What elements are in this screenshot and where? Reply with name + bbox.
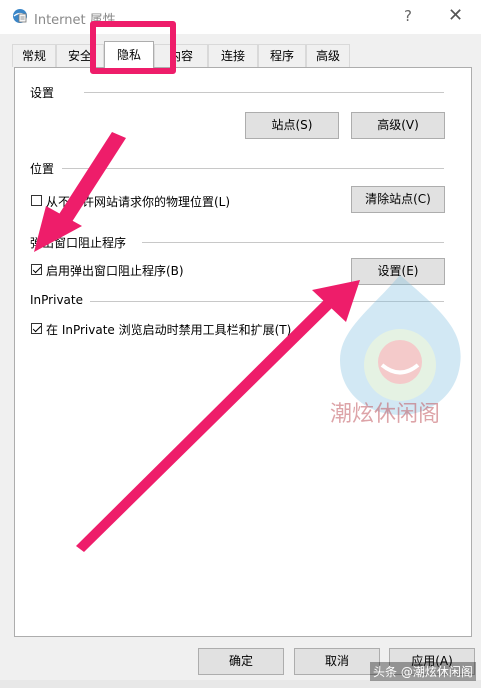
- location-section-header: 位置: [30, 162, 55, 176]
- cancel-button[interactable]: 取消: [294, 648, 380, 675]
- title-bar: Internet 属性 ? ✕: [0, 0, 481, 34]
- internet-options-icon: [13, 9, 27, 23]
- inprivate-section-header: InPrivate: [30, 293, 83, 307]
- tab-connections[interactable]: 连接: [208, 44, 258, 67]
- privacy-tab-highlight-box: [90, 21, 176, 74]
- watermark-text: 潮炫休闲阁: [330, 402, 441, 427]
- settings-section-header: 设置: [30, 86, 55, 100]
- clear-sites-button[interactable]: 清除站点(C): [351, 186, 445, 213]
- ok-button[interactable]: 确定: [198, 648, 284, 675]
- bottom-strip: [0, 680, 481, 688]
- divider: [62, 168, 444, 169]
- divider: [142, 242, 444, 243]
- tab-advanced[interactable]: 高级: [306, 44, 350, 67]
- popup-blocker-checkbox[interactable]: [31, 264, 42, 275]
- popup-section-header: 弹出窗口阻止程序: [30, 236, 127, 250]
- advanced-button[interactable]: 高级(V): [351, 112, 445, 139]
- sites-button[interactable]: 站点(S): [245, 112, 339, 139]
- help-button[interactable]: ?: [404, 7, 412, 25]
- source-credit: 头条 @潮炫休闲阁: [370, 662, 476, 681]
- popup-blocker-checkbox-label: 启用弹出窗口阻止程序(B): [46, 264, 184, 278]
- inprivate-checkbox-label: 在 InPrivate 浏览启动时禁用工具栏和扩展(T): [46, 323, 292, 337]
- location-checkbox[interactable]: [31, 195, 42, 206]
- tab-general[interactable]: 常规: [12, 44, 56, 67]
- location-checkbox-label: 从不允许网站请求你的物理位置(L): [46, 195, 231, 209]
- tab-programs[interactable]: 程序: [258, 44, 306, 67]
- divider: [84, 92, 444, 93]
- inprivate-checkbox[interactable]: [31, 323, 42, 334]
- close-button[interactable]: ✕: [448, 5, 463, 26]
